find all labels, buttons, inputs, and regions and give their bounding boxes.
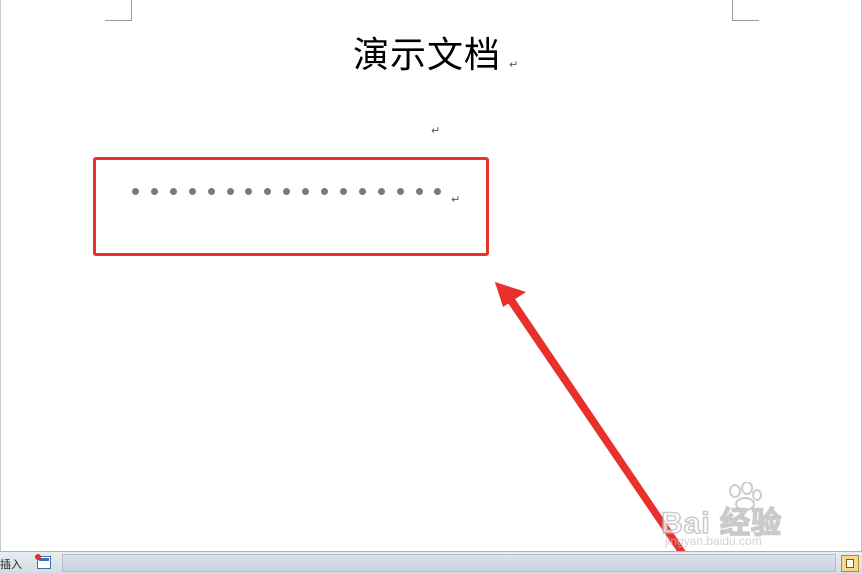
macro-record-icon[interactable] bbox=[35, 554, 51, 569]
status-bar: 插入 bbox=[0, 551, 862, 574]
insert-mode-indicator[interactable]: 插入 bbox=[0, 556, 22, 572]
print-layout-view-button[interactable] bbox=[841, 555, 859, 572]
status-bar-track bbox=[62, 554, 836, 572]
print-layout-icon bbox=[846, 559, 854, 568]
baidu-watermark: Bai 经验 jingyan.baidu.com bbox=[657, 482, 857, 552]
document-page[interactable]: 演示文档 ↵ ↵ ↵ Bai 经验 jingyan.baidu.com bbox=[0, 0, 862, 566]
watermark-url: jingyan.baidu.com bbox=[665, 534, 762, 548]
